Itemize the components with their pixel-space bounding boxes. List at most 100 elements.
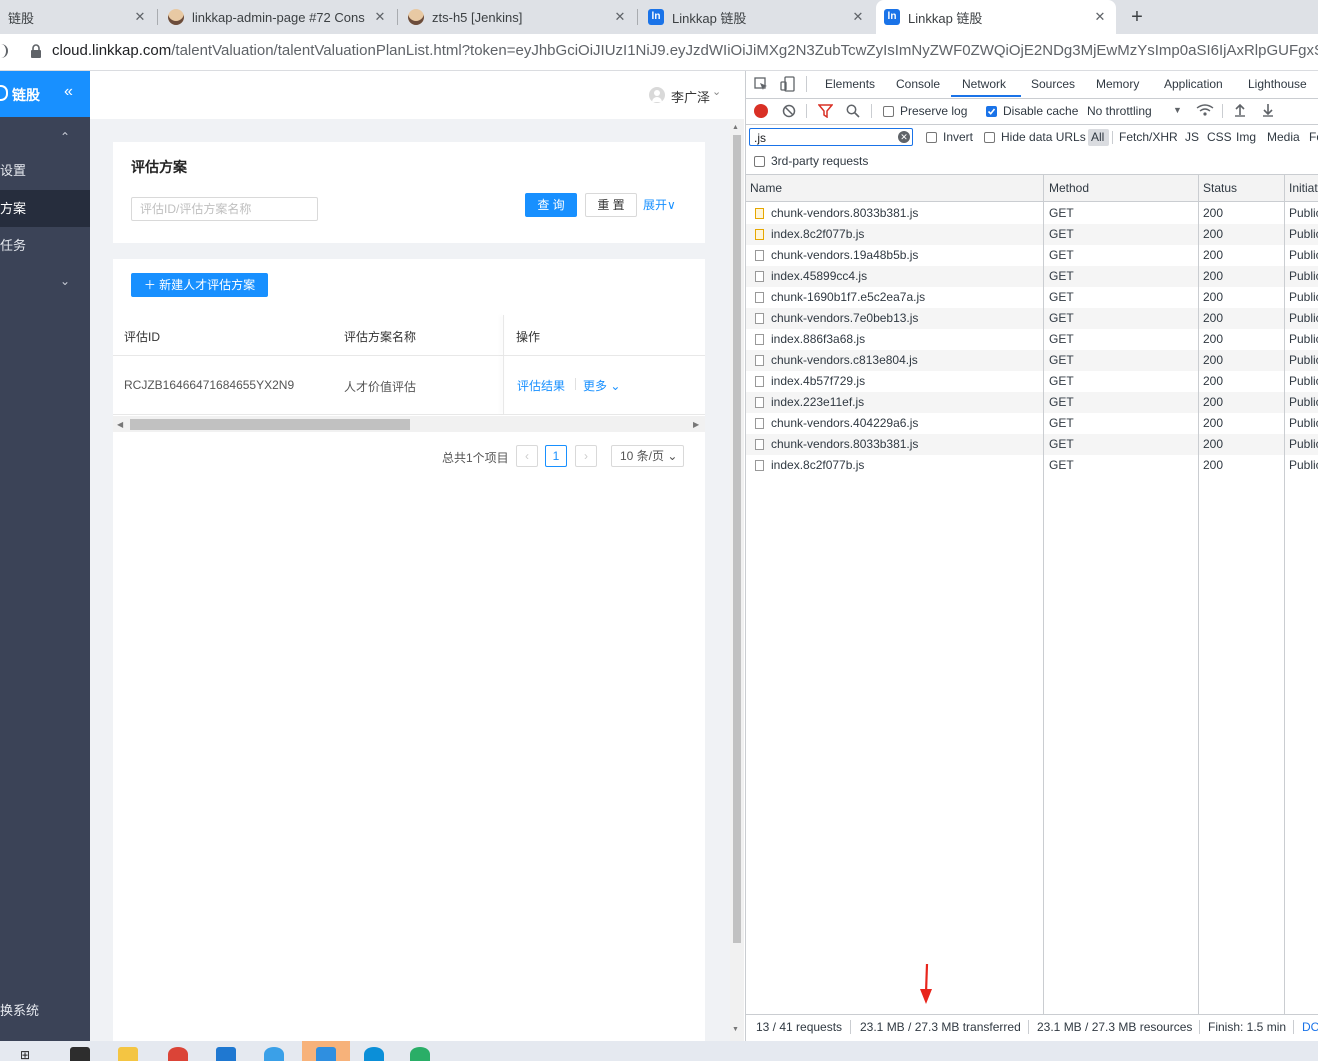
column-header-initiator[interactable]: Initiat [1289, 181, 1318, 195]
column-header-name[interactable]: Name [750, 181, 782, 195]
terminal-icon[interactable] [70, 1047, 90, 1061]
page-size-select[interactable]: 10 条/页 ⌄ [611, 445, 684, 467]
chevron-down-icon[interactable]: ⌄ [60, 274, 70, 288]
filter-type-media[interactable]: Media [1267, 130, 1300, 144]
browser-tab[interactable]: linkkap-admin-page #72 Cons ✕ [160, 0, 396, 34]
browser-tab[interactable]: zts-h5 [Jenkins] ✕ [400, 0, 636, 34]
request-row[interactable]: index.8c2f077b.js GET 200 Public [746, 224, 1318, 245]
prev-page-button[interactable]: ‹ [516, 445, 538, 467]
column-divider[interactable] [1284, 175, 1285, 1041]
sidebar-item-plan[interactable]: 方案 [0, 190, 90, 227]
lock-icon[interactable] [30, 44, 42, 59]
invert-checkbox[interactable] [926, 132, 937, 143]
horizontal-scrollbar[interactable]: ◀ ▶ [113, 416, 705, 432]
column-divider[interactable] [1043, 175, 1044, 1041]
throttling-select[interactable]: No throttling [1087, 104, 1152, 118]
request-row[interactable]: chunk-vendors.8033b381.js GET 200 Public [746, 434, 1318, 455]
request-row[interactable]: index.4b57f729.js GET 200 Public [746, 371, 1318, 392]
record-icon[interactable] [754, 104, 768, 118]
request-row[interactable]: chunk-vendors.c813e804.js GET 200 Public [746, 350, 1318, 371]
close-icon[interactable]: ✕ [850, 9, 866, 25]
scroll-left-icon[interactable]: ◀ [117, 420, 123, 429]
filter-input[interactable]: .js ✕ [749, 128, 913, 146]
new-plan-button[interactable]: ＋ 新建人才评估方案 [131, 273, 268, 297]
sidebar-item-task[interactable]: 任务 [0, 227, 90, 264]
page-button-current[interactable]: 1 [545, 445, 567, 467]
sidebar-item-settings[interactable]: 设置 [0, 152, 90, 189]
request-row[interactable]: index.223e11ef.js GET 200 Public [746, 392, 1318, 413]
new-tab-button[interactable]: + [1126, 4, 1148, 30]
filter-type-css[interactable]: CSS [1207, 130, 1232, 144]
filter-type-img[interactable]: Img [1236, 130, 1256, 144]
inspect-element-icon[interactable] [754, 77, 768, 91]
scroll-down-icon[interactable]: ▼ [732, 1026, 739, 1033]
search-input[interactable]: 评估ID/评估方案名称 [131, 197, 318, 221]
address-bar[interactable]: cloud.linkkap.com/talentValuation/talent… [0, 34, 1318, 71]
request-row[interactable]: index.886f3a68.js GET 200 Public [746, 329, 1318, 350]
third-party-checkbox[interactable] [754, 156, 765, 167]
task-view-icon[interactable]: ⊞ [20, 1049, 38, 1061]
wechat-icon[interactable] [410, 1047, 430, 1061]
close-icon[interactable]: ✕ [372, 9, 388, 25]
scroll-up-icon[interactable]: ▲ [732, 124, 739, 131]
collapse-sidebar-icon[interactable]: « [64, 83, 73, 101]
dropdown-caret-icon[interactable]: ▼ [1173, 105, 1182, 115]
import-har-icon[interactable] [1234, 103, 1246, 117]
column-header-method[interactable]: Method [1049, 181, 1089, 195]
reset-button[interactable]: 重 置 [585, 193, 637, 217]
table-row[interactable]: RCJZB16466471684655YX2N9 人才价值评估 评估结果 更多 … [113, 356, 705, 415]
export-har-icon[interactable] [1262, 103, 1274, 117]
column-divider[interactable] [1198, 175, 1199, 1041]
devtools-tab-lighthouse[interactable]: Lighthouse [1248, 71, 1307, 98]
clear-filter-icon[interactable]: ✕ [898, 131, 910, 143]
filter-icon[interactable] [818, 104, 833, 118]
chevron-up-icon[interactable]: ⌃ [60, 130, 70, 144]
request-row[interactable]: chunk-vendors.404229a6.js GET 200 Public [746, 413, 1318, 434]
vertical-scrollbar-thumb[interactable] [733, 135, 741, 943]
devtools-tab-console[interactable]: Console [896, 71, 940, 98]
expand-link[interactable]: 展开∨ [643, 196, 676, 213]
disable-cache-checkbox[interactable] [986, 106, 997, 117]
url-text[interactable]: cloud.linkkap.com/talentValuation/talent… [52, 42, 1318, 59]
browser-tab[interactable]: ln Linkkap 链股 ✕ [640, 0, 874, 34]
request-row[interactable]: index.8c2f077b.js GET 200 Public [746, 455, 1318, 476]
column-header-status[interactable]: Status [1203, 181, 1237, 195]
devtools-tab-application[interactable]: Application [1164, 71, 1223, 98]
search-icon[interactable] [846, 104, 860, 118]
network-conditions-icon[interactable] [1196, 103, 1214, 118]
hide-data-urls-checkbox[interactable] [984, 132, 995, 143]
chrome-icon[interactable] [168, 1047, 188, 1061]
browser-tab[interactable]: 链股 ✕ [0, 0, 156, 34]
chevron-down-icon[interactable]: ⌄ [712, 85, 721, 98]
filter-type-fetch-xhr[interactable]: Fetch/XHR [1119, 130, 1178, 144]
browser-tab-active[interactable]: ln Linkkap 链股 ✕ [876, 0, 1116, 34]
devtools-tab-sources[interactable]: Sources [1031, 71, 1075, 98]
folder-icon[interactable] [118, 1047, 138, 1061]
evaluation-result-link[interactable]: 评估结果 [517, 377, 565, 394]
taskbar-active-app[interactable] [302, 1041, 350, 1061]
query-button[interactable]: 查 询 [525, 193, 577, 217]
user-name[interactable]: 李广泽 [671, 87, 710, 106]
filter-type-js[interactable]: JS [1185, 130, 1199, 144]
close-icon[interactable]: ✕ [1092, 9, 1108, 25]
devtools-tab-network[interactable]: Network [962, 71, 1006, 98]
devtools-tab-memory[interactable]: Memory [1096, 71, 1139, 98]
vscode-icon[interactable] [216, 1047, 236, 1061]
filter-type-font[interactable]: Fo [1309, 130, 1318, 144]
search-app-icon[interactable] [264, 1047, 284, 1061]
request-row[interactable]: chunk-vendors.7e0beb13.js GET 200 Public [746, 308, 1318, 329]
more-actions-link[interactable]: 更多 ⌄ [583, 377, 620, 394]
request-row[interactable]: chunk-vendors.19a48b5b.js GET 200 Public [746, 245, 1318, 266]
filter-type-all[interactable]: All [1091, 130, 1104, 144]
edge-icon[interactable] [364, 1047, 384, 1061]
request-row[interactable]: chunk-1690b1f7.e5c2ea7a.js GET 200 Publi… [746, 287, 1318, 308]
device-toolbar-icon[interactable] [780, 76, 796, 92]
reload-icon[interactable] [0, 44, 8, 58]
close-icon[interactable]: ✕ [612, 9, 628, 25]
next-page-button[interactable]: › [575, 445, 597, 467]
clear-icon[interactable] [782, 104, 796, 118]
request-row[interactable]: chunk-vendors.8033b381.js GET 200 Public [746, 203, 1318, 224]
scroll-right-icon[interactable]: ▶ [693, 420, 699, 429]
preserve-log-checkbox[interactable] [883, 106, 894, 117]
request-row[interactable]: index.45899cc4.js GET 200 Public [746, 266, 1318, 287]
